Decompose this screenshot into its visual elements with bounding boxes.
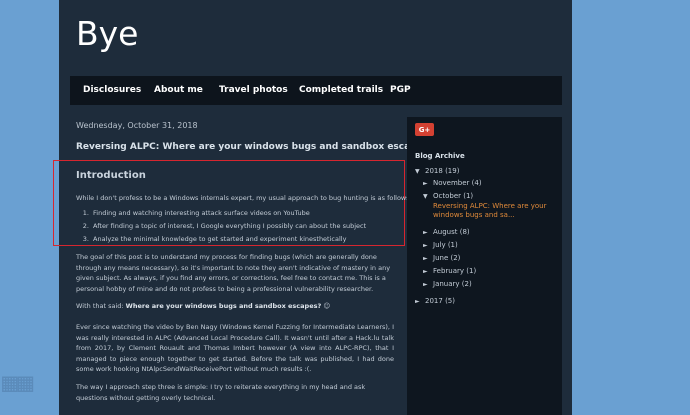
- archive-label[interactable]: June: [433, 254, 448, 262]
- archive-label[interactable]: November: [433, 179, 469, 187]
- archive-title: Blog Archive: [415, 152, 465, 160]
- archive-count: (1): [463, 192, 474, 200]
- intro-heading: Introduction: [76, 170, 146, 181]
- archive-month-january[interactable]: ► January (2): [423, 280, 472, 288]
- nav-bar: Disclosures About me Travel photos Compl…: [70, 76, 562, 105]
- paragraph-prefix: With that said:: [76, 302, 126, 310]
- watermark-logo: ▦▦: [2, 368, 34, 398]
- blog-title[interactable]: Bye: [76, 14, 138, 53]
- archive-count: (2): [450, 254, 461, 262]
- archive-count: (19): [445, 167, 460, 175]
- steps-list: Finding and watching interesting attack …: [76, 207, 411, 246]
- archive-month-july[interactable]: ► July (1): [423, 241, 458, 249]
- archive-count: (4): [471, 179, 482, 187]
- blog-page: Bye Disclosures About me Travel photos C…: [53, 0, 572, 415]
- list-item: Finding and watching interesting attack …: [91, 207, 411, 220]
- triangle-right-icon[interactable]: ►: [423, 268, 433, 275]
- archive-count: (1): [466, 267, 477, 275]
- triangle-down-icon[interactable]: ▼: [415, 168, 425, 175]
- nav-item-disclosures[interactable]: Disclosures: [83, 85, 141, 95]
- archive-count: (8): [459, 228, 470, 236]
- smiley-icon: ☺: [321, 302, 331, 310]
- nav-item-pgp[interactable]: PGP: [390, 85, 411, 95]
- triangle-right-icon[interactable]: ►: [423, 281, 433, 288]
- triangle-right-icon[interactable]: ►: [423, 255, 433, 262]
- nav-item-travel-photos[interactable]: Travel photos: [219, 85, 288, 95]
- archive-label[interactable]: August: [433, 228, 458, 236]
- post-paragraph: With that said: Where are your windows b…: [76, 301, 394, 312]
- archive-count: (1): [447, 241, 458, 249]
- archive-label[interactable]: January: [433, 280, 460, 288]
- nav-item-about-me[interactable]: About me: [154, 85, 203, 95]
- list-item: After finding a topic of interest, I Goo…: [91, 220, 411, 233]
- archive-month-august[interactable]: ► August (8): [423, 228, 470, 236]
- archive-month-february[interactable]: ► February (1): [423, 267, 476, 275]
- paragraph-bold-text: Where are your windows bugs and sandbox …: [125, 302, 322, 310]
- archive-label[interactable]: 2017: [425, 297, 443, 305]
- triangle-right-icon[interactable]: ►: [415, 298, 425, 305]
- archive-month-november[interactable]: ► November (4): [423, 179, 482, 187]
- google-plus-button[interactable]: G+: [415, 123, 434, 136]
- archive-label[interactable]: 2018: [425, 167, 443, 175]
- post-title[interactable]: Reversing ALPC: Where are your windows b…: [76, 142, 433, 152]
- archive-label[interactable]: October: [433, 192, 461, 200]
- nav-item-completed-trails[interactable]: Completed trails: [299, 85, 383, 95]
- archive-year-2017[interactable]: ► 2017 (5): [415, 297, 455, 305]
- archive-label[interactable]: July: [433, 241, 446, 249]
- list-item: Analyze the minimal knowledge to get sta…: [91, 233, 411, 246]
- triangle-right-icon[interactable]: ►: [423, 229, 433, 236]
- post-paragraph: The goal of this post is to understand m…: [76, 253, 391, 293]
- triangle-right-icon[interactable]: ►: [423, 180, 433, 187]
- archive-month-october[interactable]: ▼ October (1): [423, 192, 473, 200]
- post-paragraph: Ever since watching the video by Ben Nag…: [76, 323, 394, 373]
- archive-post-link[interactable]: Reversing ALPC: Where are your windows b…: [433, 202, 551, 220]
- sidebar: G+ Blog Archive ▼ 2018 (19) ► November (4)…: [407, 117, 562, 415]
- archive-month-june[interactable]: ► June (2): [423, 254, 460, 262]
- archive-count: (2): [461, 280, 472, 288]
- post-date: Wednesday, October 31, 2018: [76, 121, 198, 130]
- intro-text: While I don't profess to be a Windows in…: [76, 194, 412, 202]
- archive-label[interactable]: February: [433, 267, 464, 275]
- triangle-down-icon[interactable]: ▼: [423, 193, 433, 200]
- triangle-right-icon[interactable]: ►: [423, 242, 433, 249]
- post-paragraph: The way I approach step three is simple:…: [76, 383, 366, 402]
- archive-year-2018[interactable]: ▼ 2018 (19): [415, 167, 459, 175]
- archive-count: (5): [445, 297, 455, 305]
